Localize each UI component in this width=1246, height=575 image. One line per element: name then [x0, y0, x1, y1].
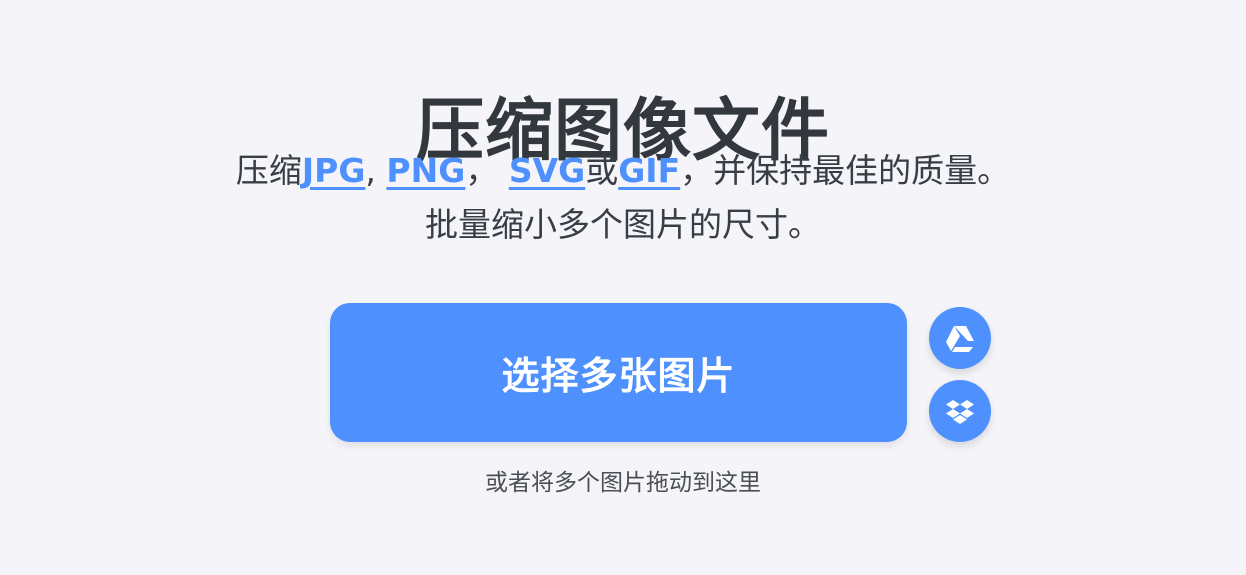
subtitle-line-1: 压缩JPG, PNG， SVG或GIF，并保持最佳的质量。: [0, 144, 1246, 198]
svg-link[interactable]: SVG: [509, 151, 585, 190]
select-images-label: 选择多张图片: [501, 354, 736, 398]
subtitle-separator-1: ,: [365, 151, 376, 190]
dropbox-icon: [943, 394, 977, 428]
dropbox-button[interactable]: [929, 380, 991, 442]
google-drive-button[interactable]: [929, 307, 991, 369]
subtitle-separator-2: ，: [465, 151, 499, 190]
png-link[interactable]: PNG: [386, 151, 465, 190]
subtitle-suffix: ，并保持最佳的质量。: [680, 151, 1011, 190]
subtitle-prefix: 压缩: [235, 151, 302, 190]
select-images-button[interactable]: 选择多张图片: [330, 303, 907, 442]
jpg-link[interactable]: JPG: [302, 151, 366, 190]
page-subtitle: 压缩JPG, PNG， SVG或GIF，并保持最佳的质量。 批量缩小多个图片的尺…: [0, 144, 1246, 252]
subtitle-line-2: 批量缩小多个图片的尺寸。: [425, 205, 821, 244]
subtitle-or: 或: [585, 151, 619, 190]
google-drive-icon: [943, 321, 977, 355]
gif-link[interactable]: GIF: [618, 151, 680, 190]
drop-hint: 或者将多个图片拖动到这里: [485, 470, 761, 496]
